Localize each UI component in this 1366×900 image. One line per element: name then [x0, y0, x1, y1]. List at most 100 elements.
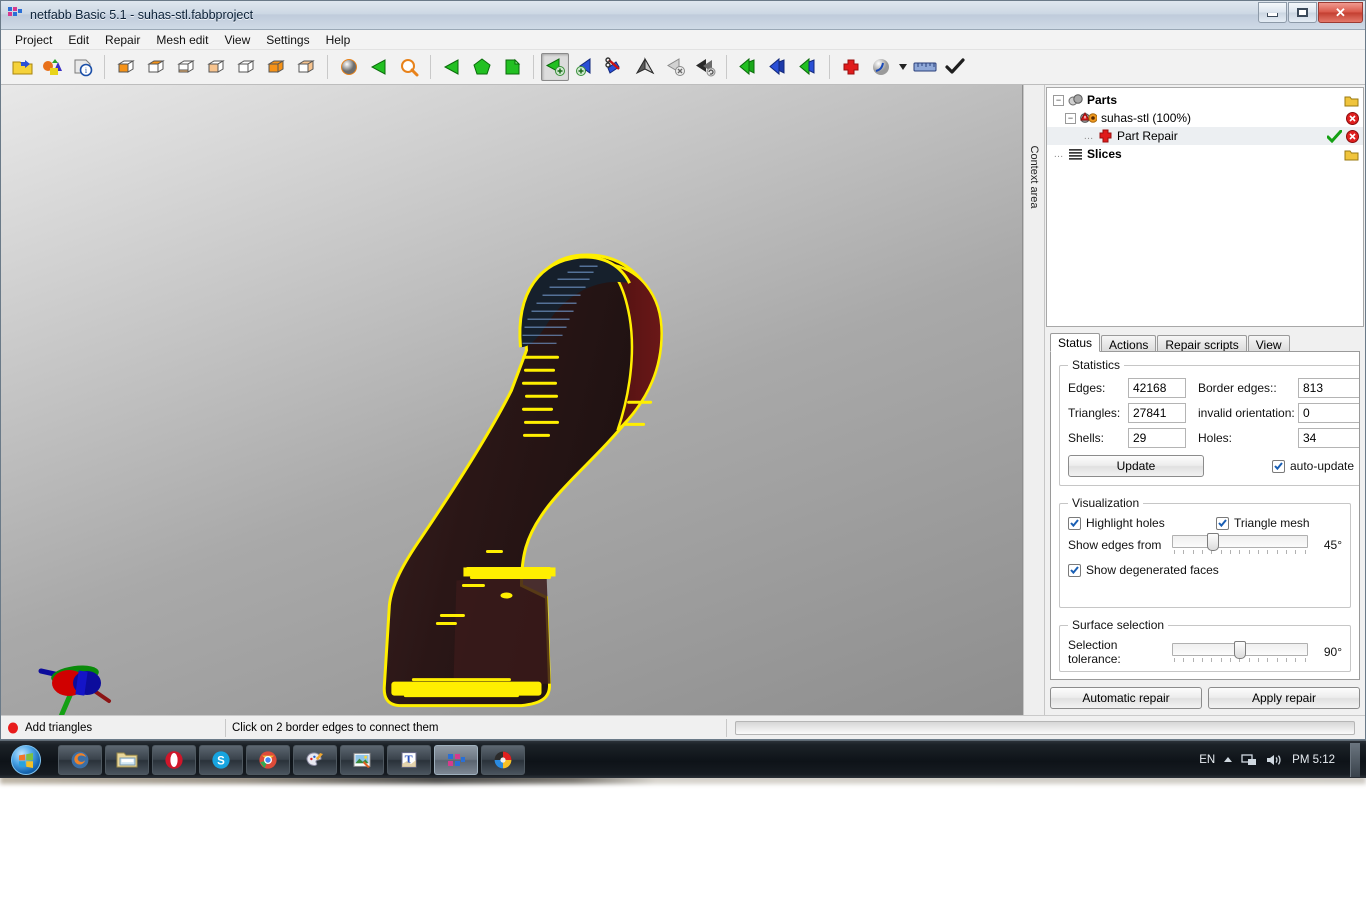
select-surface-icon[interactable]	[438, 53, 466, 81]
view-iso-icon[interactable]	[112, 53, 140, 81]
split-triangles-icon[interactable]	[601, 53, 629, 81]
menu-view[interactable]: View	[216, 31, 258, 49]
selection-tolerance-slider-thumb[interactable]	[1234, 640, 1246, 659]
tab-status[interactable]: Status	[1050, 333, 1101, 352]
automatic-repair-button[interactable]: Automatic repair	[1050, 687, 1202, 709]
show-edges-slider-thumb[interactable]	[1206, 533, 1219, 551]
auto-update-checkbox-box[interactable]	[1272, 459, 1285, 473]
view-back-icon[interactable]	[232, 53, 260, 81]
maximize-icon	[1297, 8, 1308, 17]
expander-icon[interactable]: −	[1065, 112, 1076, 124]
taskbar-word[interactable]: T	[387, 744, 431, 775]
invalid-orientation-value[interactable]	[1298, 403, 1359, 423]
menu-project[interactable]: Project	[7, 31, 60, 49]
remove-icon[interactable]	[1346, 129, 1359, 143]
add-triangles-icon[interactable]	[541, 53, 569, 81]
check-icon[interactable]	[1327, 129, 1342, 143]
holes-value[interactable]	[1298, 428, 1359, 448]
tree-node-parts[interactable]: − Parts	[1047, 91, 1363, 109]
remove-triangle-icon[interactable]	[661, 53, 689, 81]
auto-update-checkbox[interactable]: auto-update	[1272, 459, 1354, 473]
tab-view[interactable]: View	[1247, 335, 1290, 352]
triangle-mixed-icon[interactable]	[794, 53, 822, 81]
tab-actions[interactable]: Actions	[1101, 335, 1157, 352]
expander-icon[interactable]: −	[1053, 94, 1064, 106]
triangles-value[interactable]	[1128, 403, 1186, 423]
repair-cross-icon[interactable]	[837, 53, 865, 81]
select-shell-icon[interactable]	[468, 53, 496, 81]
tree-node-suhas-stl[interactable]: − suhas-stl (100%)	[1047, 109, 1363, 127]
show-edges-label: Show edges from	[1068, 537, 1162, 552]
shading-icon[interactable]	[335, 53, 363, 81]
menu-mesh-edit[interactable]: Mesh edit	[148, 31, 216, 49]
measure-icon[interactable]	[911, 53, 939, 81]
taskbar-firefox[interactable]	[58, 744, 102, 775]
tunnel-icon[interactable]	[631, 53, 659, 81]
folder-open-icon[interactable]	[1344, 94, 1359, 107]
show-edges-slider-track[interactable]	[1172, 535, 1308, 548]
taskbar-photo[interactable]	[340, 744, 384, 775]
view-left-icon[interactable]	[262, 53, 290, 81]
menu-help[interactable]: Help	[318, 31, 359, 49]
menu-repair[interactable]: Repair	[97, 31, 148, 49]
triangle-mesh-checkbox-box[interactable]	[1216, 516, 1229, 530]
view-right-icon[interactable]	[292, 53, 320, 81]
tab-repair-scripts[interactable]: Repair scripts	[1157, 335, 1247, 352]
close-button[interactable]: ✕	[1318, 2, 1363, 23]
taskbar-media[interactable]	[481, 744, 525, 775]
zoom-icon[interactable]	[395, 53, 423, 81]
open-project-icon[interactable]	[9, 53, 37, 81]
apply-repair-button[interactable]: Apply repair	[1208, 687, 1360, 709]
desktop: S T EN PM 5:12	[0, 740, 1366, 900]
maximize-button[interactable]	[1288, 2, 1317, 23]
network-icon[interactable]	[1241, 753, 1257, 767]
show-degenerated-checkbox-box[interactable]	[1068, 563, 1081, 577]
chevron-up-icon[interactable]	[1224, 757, 1233, 762]
3d-viewport[interactable]	[1, 85, 1023, 715]
shells-value[interactable]	[1128, 428, 1186, 448]
show-desktop-button[interactable]	[1350, 742, 1360, 777]
analysis-icon[interactable]	[867, 53, 895, 81]
border-edges-value[interactable]	[1298, 378, 1359, 398]
menu-edit[interactable]: Edit	[60, 31, 97, 49]
view-bottom-icon[interactable]	[172, 53, 200, 81]
taskbar-netfabb[interactable]	[434, 744, 478, 775]
taskbar-opera[interactable]	[152, 744, 196, 775]
tree-node-part-repair[interactable]: … Part Repair	[1047, 127, 1363, 145]
triangle-blue-icon[interactable]	[764, 53, 792, 81]
show-edges-slider[interactable]	[1172, 533, 1308, 554]
remove-icon[interactable]	[1346, 111, 1359, 125]
minimize-button[interactable]	[1258, 2, 1287, 23]
taskbar-explorer[interactable]	[105, 744, 149, 775]
flip-triangles-icon[interactable]	[691, 53, 719, 81]
apply-check-icon[interactable]	[941, 53, 969, 81]
view-top-icon[interactable]	[142, 53, 170, 81]
part-info-icon[interactable]: i	[69, 53, 97, 81]
selection-tolerance-slider[interactable]	[1172, 640, 1308, 662]
taskbar-skype[interactable]: S	[199, 744, 243, 775]
tray-language[interactable]: EN	[1199, 754, 1215, 766]
triangle-green-icon[interactable]	[734, 53, 762, 81]
highlight-holes-checkbox[interactable]: Highlight holes	[1068, 516, 1216, 530]
tray-clock[interactable]: PM 5:12	[1292, 754, 1335, 766]
analysis-dropdown-icon[interactable]	[897, 53, 909, 81]
select-triangle-icon[interactable]	[365, 53, 393, 81]
volume-icon[interactable]	[1266, 753, 1283, 767]
tree-node-slices[interactable]: … Slices	[1047, 145, 1363, 163]
context-area-tab[interactable]: Context area	[1023, 85, 1045, 715]
add-triangle-fan-icon[interactable]	[571, 53, 599, 81]
triangle-mesh-checkbox[interactable]: Triangle mesh	[1216, 516, 1310, 530]
view-front-icon[interactable]	[202, 53, 230, 81]
taskbar-paint[interactable]	[293, 744, 337, 775]
parts-tree[interactable]: − Parts − suhas-stl (100%) … Part Repair…	[1046, 87, 1364, 327]
highlight-holes-checkbox-box[interactable]	[1068, 516, 1081, 530]
menu-settings[interactable]: Settings	[258, 31, 317, 49]
select-all-icon[interactable]	[498, 53, 526, 81]
show-degenerated-checkbox[interactable]: Show degenerated faces	[1068, 563, 1342, 577]
add-part-icon[interactable]	[39, 53, 67, 81]
taskbar-chrome[interactable]	[246, 744, 290, 775]
edges-value[interactable]	[1128, 378, 1186, 398]
update-button[interactable]: Update	[1068, 455, 1204, 477]
folder-open-icon[interactable]	[1344, 148, 1359, 161]
start-button[interactable]	[2, 742, 50, 778]
